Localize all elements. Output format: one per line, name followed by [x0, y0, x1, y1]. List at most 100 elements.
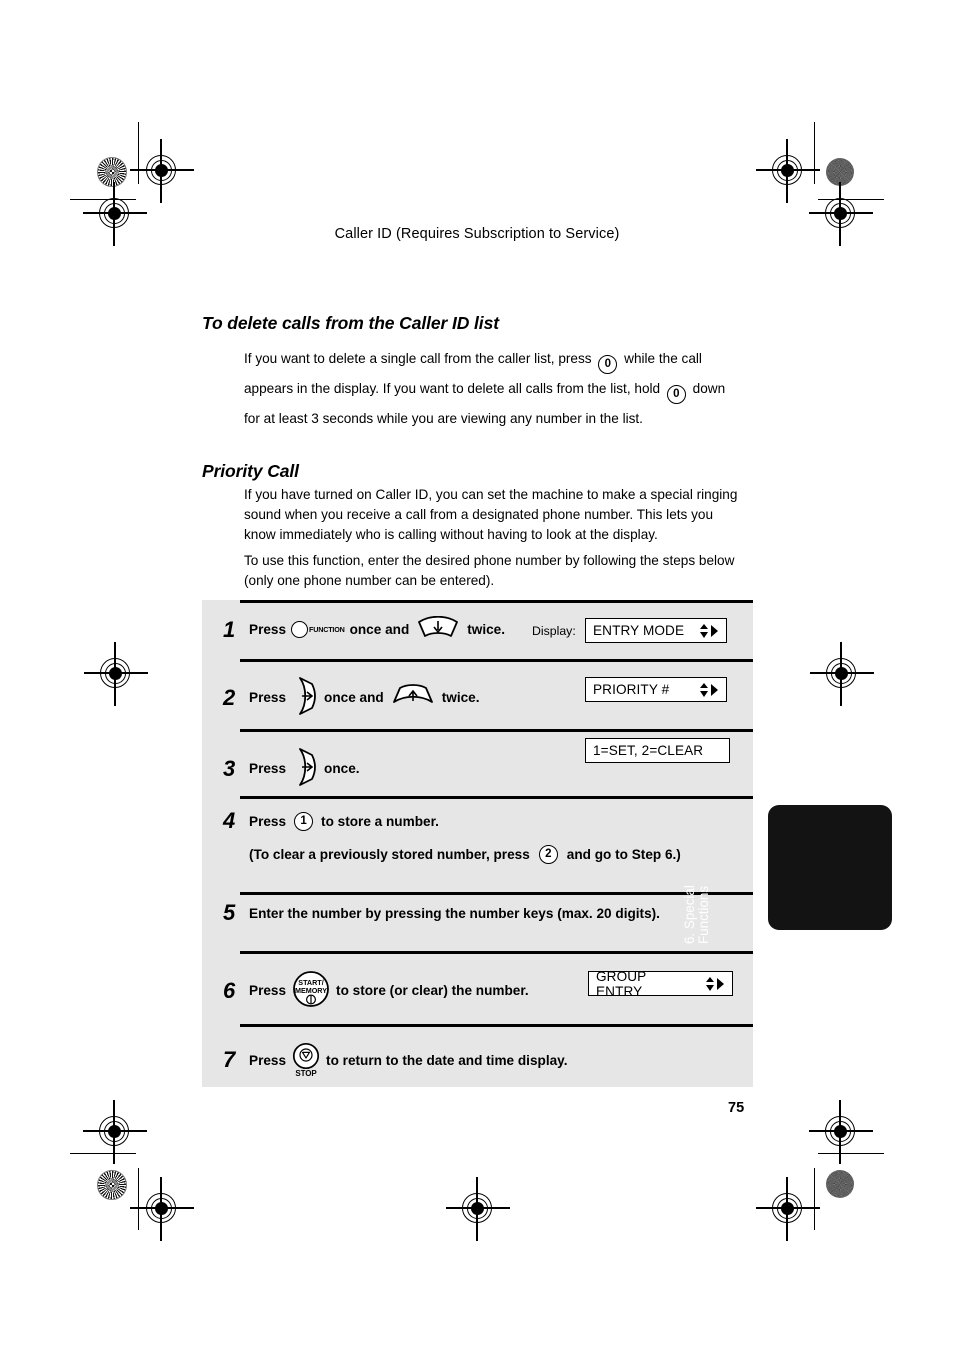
lcd-display-step-6: GROUP ENTRY	[588, 968, 733, 999]
lcd-text-step-6: GROUP ENTRY	[596, 968, 647, 999]
stop-key-icon: STOP	[292, 1042, 320, 1078]
step-number-3: 3	[223, 755, 236, 781]
procedure-step-6: 6 Press START/ MEMORY to store (or clear…	[223, 970, 529, 1011]
numeric-key-0-icon-2: 0	[666, 385, 686, 404]
step2-mid-text: once and	[324, 690, 384, 705]
crop-line-vertical-top-right	[814, 122, 816, 184]
chapter-side-tab: 6. Special Functions	[682, 805, 892, 944]
svg-text:MEMORY: MEMORY	[295, 986, 327, 995]
lcd-updown-right-arrows-icon	[698, 622, 720, 640]
step-number-1: 1	[223, 616, 236, 642]
step7-press-word: Press	[249, 1052, 287, 1068]
crop-line-horizontal-bottom-left	[70, 1153, 136, 1155]
step4-tail-text: to store a number.	[321, 813, 439, 829]
step2-press-word: Press	[249, 690, 287, 705]
numeric-key-1-icon: 1	[294, 811, 314, 831]
rule-after-step-3	[240, 796, 753, 799]
registration-star-target-top-left	[97, 157, 127, 187]
registration-mark-left-middle	[84, 642, 148, 706]
numeric-key-0-icon: 0	[598, 355, 618, 374]
registration-mark-bottom-center	[446, 1177, 510, 1241]
paragraph-priority-usage: To use this function, enter the desired …	[244, 553, 735, 588]
rule-after-step-6	[240, 1024, 753, 1027]
step3-tail-text: once.	[324, 761, 360, 776]
registration-mark-bottom-left-b	[130, 1177, 194, 1241]
crop-line-vertical-bottom-left	[138, 1168, 140, 1230]
procedure-step-3: 3 Press once.	[223, 746, 360, 791]
function-key-label: FUNCTION	[309, 625, 345, 634]
step1-tail-text: twice.	[467, 622, 506, 637]
lcd-updown-right-arrows-icon-2	[698, 681, 720, 699]
numeric-key-2-icon: 2	[538, 845, 558, 864]
lcd-text-step-1: ENTRY MODE	[593, 623, 685, 638]
step5-full-text: Enter the number by pressing the number …	[249, 905, 660, 921]
stop-key-label: STOP	[295, 1069, 317, 1078]
step6-tail-text: to store (or clear) the number.	[336, 983, 529, 998]
registration-dot-bottom-right	[826, 1170, 854, 1198]
crop-line-horizontal-bottom-right	[818, 1153, 884, 1155]
registration-mark-top-left-a	[130, 139, 194, 203]
registration-mark-top-right-b	[809, 182, 873, 246]
registration-mark-bottom-left-a	[83, 1100, 147, 1164]
step4-press-word: Press	[249, 813, 287, 829]
step-number-5: 5	[223, 900, 236, 925]
procedure-panel: 1 Press FUNCTION once and twice. Display…	[202, 600, 753, 1087]
crop-line-vertical-bottom-right	[814, 1168, 816, 1230]
lcd-display-step-2: PRIORITY #	[585, 677, 727, 702]
lcd-display-step-1: ENTRY MODE	[585, 618, 727, 643]
section-heading-delete-calls: To delete calls from the Caller ID list	[202, 312, 499, 333]
step6-press-word: Press	[249, 983, 287, 998]
page-number: 75	[728, 1100, 745, 1116]
section-heading-priority-call: Priority Call	[202, 460, 299, 481]
procedure-step-1: 1 Press FUNCTION once and twice.	[223, 615, 506, 643]
display-label-step-1: Display:	[532, 624, 576, 638]
delete-text-a: If you want to delete a single call from…	[244, 351, 592, 366]
registration-mark-bottom-right-a	[809, 1100, 873, 1164]
rule-top	[240, 600, 753, 603]
registration-mark-top-left-b	[83, 182, 147, 246]
lcd-text-step-3: 1=SET, 2=CLEAR	[593, 743, 704, 758]
step4-note-text-a: (To clear a previously stored number, pr…	[249, 847, 530, 862]
side-tab-line-2: Functions	[696, 885, 712, 944]
lcd-display-step-3: 1=SET, 2=CLEAR	[585, 738, 730, 763]
procedure-step-2: 2 Press once and twice.	[223, 675, 480, 720]
right-arrow-wedge-key-icon	[293, 675, 317, 720]
step7-tail-text: to return to the date and time display.	[326, 1052, 568, 1068]
step3-press-word: Press	[249, 761, 287, 776]
step4-note-text-b: and go to Step 6.)	[566, 847, 681, 862]
crop-line-vertical-top-left	[138, 122, 140, 184]
step1-press-word: Press	[249, 622, 287, 637]
lcd-updown-right-arrows-icon-3	[704, 975, 726, 993]
registration-mark-right-middle	[810, 642, 874, 706]
rule-after-step-4	[240, 892, 753, 895]
paragraph-priority-intro: If you have turned on Caller ID, you can…	[244, 487, 738, 542]
registration-mark-bottom-right-b	[756, 1177, 820, 1241]
procedure-step-4-note: (To clear a previously stored number, pr…	[249, 845, 681, 864]
step-number-6: 6	[223, 977, 236, 1003]
down-arrow-fan-key-icon	[416, 615, 460, 643]
lcd-text-step-2: PRIORITY #	[593, 682, 670, 697]
registration-mark-top-right-a	[756, 139, 820, 203]
rule-after-step-1	[240, 659, 753, 662]
running-head: Caller ID (Requires Subscription to Serv…	[334, 226, 620, 242]
registration-star-target-bottom-left	[97, 1170, 127, 1200]
procedure-step-5: 5 Enter the number by pressing the numbe…	[223, 900, 660, 926]
rule-after-step-2	[240, 729, 753, 732]
procedure-step-4: 4 Press 1 to store a number.	[223, 808, 439, 834]
step-number-7: 7	[223, 1047, 236, 1072]
rule-after-step-5	[240, 951, 753, 954]
step2-tail-text: twice.	[441, 690, 480, 705]
right-arrow-wedge-key-icon-2	[293, 746, 317, 791]
up-arrow-fan-key-icon	[391, 684, 435, 711]
step-number-4: 4	[223, 808, 236, 833]
paragraph-delete-calls: If you want to delete a single call from…	[244, 344, 744, 434]
side-tab-line-1: 6. Special	[682, 885, 697, 944]
start-memory-key-icon: START/ MEMORY	[292, 970, 330, 1011]
procedure-step-7: 7 Press STOP to return to the date and t…	[223, 1042, 568, 1078]
step1-mid-text: once and	[349, 622, 410, 637]
crop-line-horizontal-top-right	[818, 199, 884, 201]
step-number-2: 2	[223, 684, 236, 710]
crop-line-horizontal-top-left	[70, 199, 136, 201]
chapter-side-tab-text: 6. Special Functions	[682, 831, 723, 944]
function-key-icon: FUNCTION	[291, 621, 345, 638]
